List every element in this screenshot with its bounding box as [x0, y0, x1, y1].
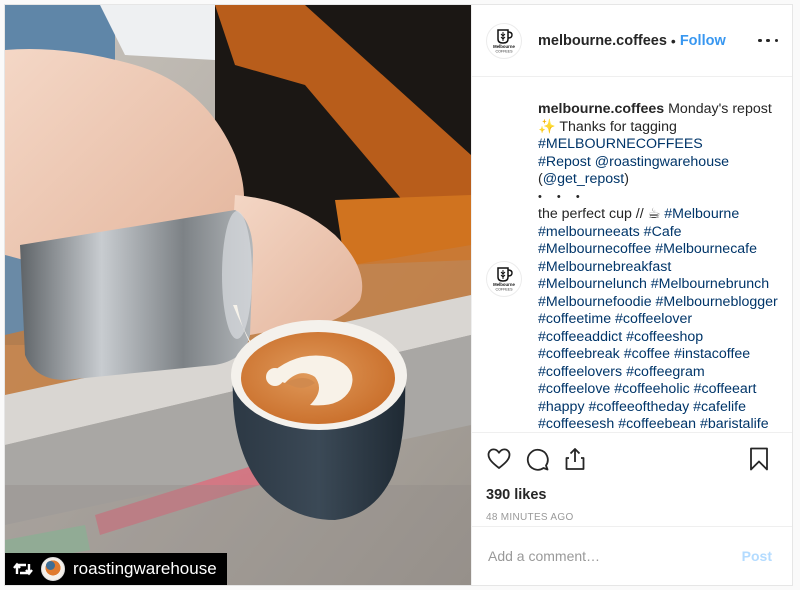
more-options-icon[interactable] [758, 36, 778, 46]
caption-line: (@get_repost) [538, 171, 629, 187]
hashtag-link[interactable]: #coffeebreak #coffee #instacoffee [538, 346, 778, 364]
save-button[interactable] [746, 446, 772, 472]
post-comment-button[interactable]: Post [742, 548, 772, 564]
hashtag-link[interactable]: #Melbournecoffee #Melbournecafe [538, 241, 778, 259]
header-username[interactable]: melbourne.coffees [538, 33, 667, 49]
comment-form: Post [472, 527, 792, 585]
hashtag-link[interactable]: #Melbournefoodie #Melbourneblogger [538, 294, 778, 312]
like-button[interactable] [486, 446, 512, 472]
post-timestamp[interactable]: 48 MINUTES AGO [486, 512, 778, 523]
hashtag-link[interactable]: #Melbournebreakfast [538, 259, 778, 277]
comment-icon [526, 448, 549, 471]
repost-username: roastingwarehouse [73, 559, 217, 578]
hashtag-link[interactable]: #Repost @roastingwarehouse [538, 154, 778, 172]
repost-avatar [41, 557, 65, 581]
comment-input[interactable] [486, 547, 742, 565]
caption-avatar[interactable]: Melbourne COFFEES [486, 261, 522, 297]
caption-username[interactable]: melbourne.coffees [538, 101, 664, 117]
comment-button[interactable] [524, 446, 550, 472]
post-actions: 390 likes 48 MINUTES AGO [472, 433, 792, 527]
hashtag-link[interactable]: #coffeetime #coffeelover [538, 311, 778, 329]
hashtag-link[interactable]: #MELBOURNECOFFEES [538, 136, 778, 154]
instagram-post: roastingwarehouse Melbourne COFFEES melb… [4, 4, 793, 586]
caption-section: Melbourne COFFEES melbourne.coffees Mond… [472, 77, 792, 433]
svg-text:COFFEES: COFFEES [496, 49, 514, 53]
hashtag-link[interactable]: #Melbournelunch #Melbournebrunch [538, 276, 778, 294]
hashtag-link[interactable]: #coffeelove #coffeeholic #coffeeart [538, 381, 778, 399]
post-photo[interactable]: roastingwarehouse [5, 5, 471, 585]
caption-fragment: the perfect cup // ☕ [538, 206, 665, 222]
hashtag-link[interactable]: #coffeelovers #coffeegram [538, 364, 778, 382]
action-icons-row [486, 443, 778, 475]
heart-icon [487, 448, 511, 469]
svg-text:COFFEES: COFFEES [496, 288, 514, 292]
caption-line: the perfect cup // ☕ #Melbourne [538, 206, 778, 224]
caption-fragment: Monday's repost [668, 101, 772, 117]
hashtag-link[interactable]: #coffeesesh #coffeebean #baristalife [538, 416, 778, 432]
avatar[interactable]: Melbourne COFFEES [486, 22, 522, 59]
svg-text:Melbourne: Melbourne [493, 44, 515, 49]
bookmark-icon [750, 447, 768, 471]
likes-count[interactable]: 390 likes [486, 487, 778, 503]
hashtag-link[interactable]: #happy #coffeeoftheday #cafelife [538, 399, 778, 417]
share-button[interactable] [562, 446, 588, 472]
caption-text: melbourne.coffees Monday's repost ✨ Than… [538, 101, 778, 432]
hashtag-link[interactable]: #Melbourne [664, 206, 739, 222]
caption-dots: • • • [538, 190, 586, 203]
repost-icon [13, 562, 33, 576]
melbourne-coffees-logo-icon: Melbourne COFFEES [493, 28, 515, 53]
hashtag-link[interactable]: #coffeeaddict #coffeeshop [538, 329, 778, 347]
hashtag-link[interactable]: #melbourneeats #Cafe [538, 224, 778, 242]
caption-line: ✨ Thanks for tagging [538, 118, 677, 135]
melbourne-coffees-logo-icon: Melbourne COFFEES [493, 267, 515, 292]
repost-badge[interactable]: roastingwarehouse [5, 553, 227, 585]
svg-text:Melbourne: Melbourne [493, 282, 515, 287]
post-header: Melbourne COFFEES melbourne.coffees • Fo… [472, 5, 792, 77]
follow-button[interactable]: Follow [680, 33, 726, 49]
header-separator: • [670, 32, 676, 49]
mention-link[interactable]: @get_repost [543, 171, 624, 187]
caption-line: melbourne.coffees Monday's repost [538, 101, 778, 119]
share-icon [565, 448, 585, 470]
post-side-panel: Melbourne COFFEES melbourne.coffees • Fo… [471, 5, 792, 585]
latte-art-photo [5, 5, 471, 585]
